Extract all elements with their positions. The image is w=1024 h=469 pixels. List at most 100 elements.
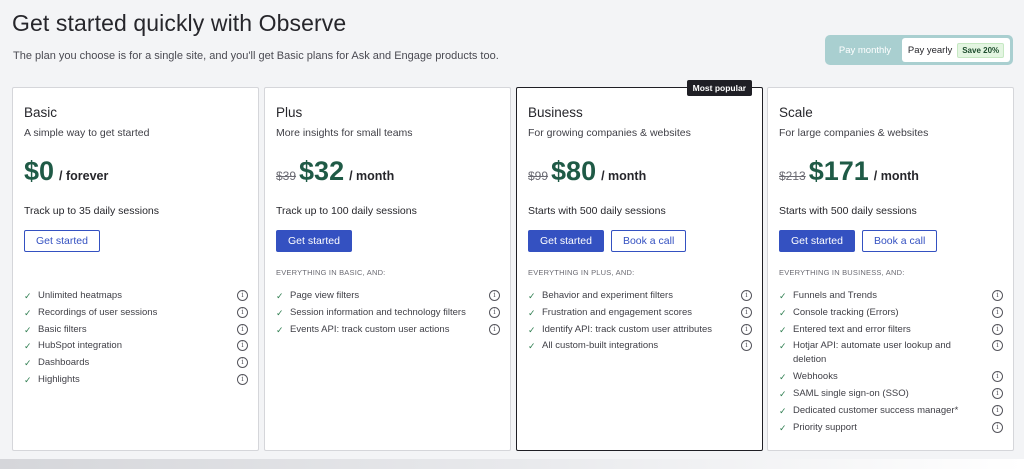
- plan-price: $171: [808, 156, 869, 186]
- plan-period: / month: [601, 169, 647, 183]
- plan-card-plus: Plus More insights for small teams $39 $…: [264, 87, 511, 451]
- button-row: Get started Book a call: [779, 230, 938, 252]
- plan-description: For large companies & websites: [779, 127, 929, 139]
- book-a-call-button[interactable]: Book a call: [610, 230, 687, 252]
- feature-label: Behavior and experiment filters: [542, 290, 673, 301]
- get-started-button[interactable]: Get started: [528, 230, 604, 252]
- price-row: $213 $171 / month: [779, 156, 919, 187]
- plan-price: $32: [299, 156, 345, 186]
- plan-description: A simple way to get started: [24, 127, 150, 139]
- feature-label: Dedicated customer success manager*: [793, 404, 959, 416]
- feature-item: ✓ HubSpot integration i: [24, 339, 248, 356]
- info-icon[interactable]: i: [992, 387, 1003, 399]
- button-row: Get started: [276, 230, 352, 252]
- feature-label: Session information and technology filte…: [290, 306, 466, 318]
- page-subtitle: The plan you choose is for a single site…: [13, 50, 499, 62]
- feature-item: ✓ Highlights i: [24, 373, 248, 390]
- feature-label: HubSpot integration: [38, 340, 122, 352]
- feature-item: ✓ Basic filters i: [24, 323, 248, 340]
- get-started-button[interactable]: Get started: [779, 230, 855, 252]
- feature-label: Hotjar API: automate user lookup and del…: [793, 340, 951, 366]
- plan-card-business: Most popular Business For growing compan…: [516, 80, 763, 451]
- feature-label: All custom-built integrations: [542, 340, 659, 352]
- check-icon: ✓: [779, 422, 787, 433]
- info-icon[interactable]: i: [237, 373, 248, 385]
- check-icon: ✓: [276, 307, 284, 318]
- plan-old-price: $213: [779, 169, 806, 183]
- check-icon: ✓: [24, 358, 32, 369]
- book-a-call-button[interactable]: Book a call: [861, 230, 938, 252]
- info-icon[interactable]: i: [741, 306, 752, 318]
- plan-price: $80: [551, 156, 597, 186]
- feature-item: ✓ Console tracking (Errors) i: [779, 306, 1003, 323]
- price-row: $0 / forever: [24, 156, 108, 187]
- info-icon[interactable]: i: [741, 290, 752, 301]
- billing-toggle[interactable]: Pay monthly Pay yearly Save 20%: [825, 35, 1013, 65]
- plan-sessions: Starts with 500 daily sessions: [528, 205, 666, 217]
- plan-name: Basic: [24, 105, 58, 120]
- check-icon: ✓: [779, 324, 787, 335]
- feature-label: Identify API: track custom user attribut…: [542, 323, 713, 335]
- check-icon: ✓: [779, 405, 787, 416]
- plan-sessions: Track up to 35 daily sessions: [24, 205, 160, 217]
- feature-label: Priority support: [793, 421, 857, 433]
- feature-item: ✓ Dashboards i: [24, 356, 248, 373]
- check-icon: ✓: [24, 307, 32, 318]
- feature-item: ✓ Identify API: track custom user attribu…: [528, 323, 752, 340]
- feature-label: Entered text and error filters: [793, 323, 911, 335]
- info-icon[interactable]: i: [489, 290, 500, 301]
- feature-item: ✓ Entered text and error filters i: [779, 323, 1003, 340]
- feature-item: ✓ Events API: track custom user actions i: [276, 323, 500, 340]
- info-icon[interactable]: i: [741, 323, 752, 335]
- button-row: Get started Book a call: [528, 230, 687, 252]
- info-icon[interactable]: i: [489, 306, 500, 318]
- feature-item: ✓ Recordings of user sessions i: [24, 306, 248, 323]
- info-icon[interactable]: i: [237, 290, 248, 301]
- feature-item: ✓ SAML single sign-on (SSO) i: [779, 387, 1003, 404]
- plan-old-price: $39: [276, 169, 297, 183]
- plan-sessions: Track up to 100 daily sessions: [276, 205, 417, 217]
- plan-name: Plus: [276, 105, 303, 120]
- feature-label: Page view filters: [290, 290, 360, 301]
- bottom-strip: [0, 459, 1024, 469]
- feature-item: ✓ Page view filters i: [276, 289, 500, 306]
- info-icon[interactable]: i: [992, 306, 1003, 318]
- check-icon: ✓: [779, 372, 787, 383]
- plan-period: / month: [873, 169, 919, 183]
- feature-list: ✓ Unlimited heatmaps i ✓ Recordings of user …: [24, 289, 248, 390]
- info-icon[interactable]: i: [992, 421, 1003, 433]
- check-icon: ✓: [528, 307, 536, 318]
- feature-label: Frustration and engagement scores: [542, 306, 692, 318]
- get-started-button[interactable]: Get started: [24, 230, 100, 252]
- price-row: $99 $80 / month: [528, 156, 646, 187]
- check-icon: ✓: [779, 341, 787, 352]
- get-started-button[interactable]: Get started: [276, 230, 352, 252]
- plan-description: More insights for small teams: [276, 127, 413, 139]
- feature-list: ✓ Behavior and experiment filters i ✓ Frustr…: [528, 289, 752, 356]
- info-icon[interactable]: i: [237, 306, 248, 318]
- feature-list: ✓ Funnels and Trends i ✓ Console tracking (E…: [779, 289, 1003, 437]
- feature-label: Unlimited heatmaps: [38, 290, 122, 301]
- pay-yearly-option[interactable]: Pay yearly Save 20%: [902, 38, 1010, 62]
- feature-item: ✓ Unlimited heatmaps i: [24, 289, 248, 306]
- info-icon[interactable]: i: [489, 323, 500, 335]
- feature-label: Dashboards: [38, 357, 90, 369]
- plan-period: / forever: [59, 169, 109, 183]
- plan-old-price: $99: [528, 169, 549, 183]
- info-icon[interactable]: i: [992, 323, 1003, 335]
- feature-label: Webhooks: [793, 371, 838, 383]
- check-icon: ✓: [276, 291, 284, 301]
- includes-heading: EVERYTHING IN BASIC, AND:: [276, 268, 386, 277]
- plan-description: For growing companies & websites: [528, 127, 691, 139]
- pay-monthly-option[interactable]: Pay monthly: [828, 45, 902, 56]
- info-icon[interactable]: i: [992, 404, 1003, 416]
- feature-item: ✓ Funnels and Trends i: [779, 289, 1003, 306]
- feature-label: Console tracking (Errors): [793, 306, 899, 318]
- feature-item: ✓ Hotjar API: automate user lookup and de…: [779, 339, 1003, 370]
- info-icon[interactable]: i: [992, 290, 1003, 301]
- check-icon: ✓: [276, 324, 284, 335]
- feature-label: SAML single sign-on (SSO): [793, 387, 909, 399]
- info-icon[interactable]: i: [237, 323, 248, 335]
- check-icon: ✓: [779, 291, 787, 301]
- check-icon: ✓: [779, 388, 787, 399]
